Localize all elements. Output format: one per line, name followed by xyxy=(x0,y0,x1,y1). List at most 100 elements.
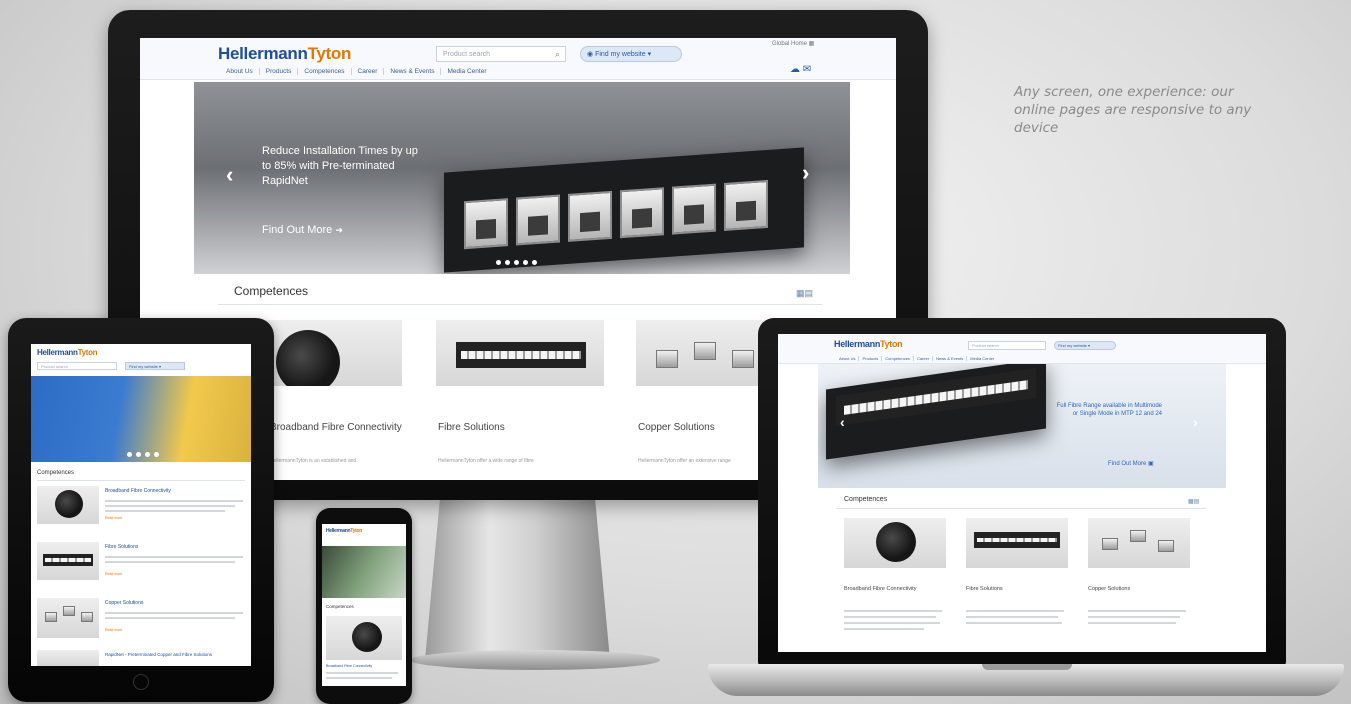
phone-logo-part1: Hellermann xyxy=(326,528,351,534)
find-website-button[interactable]: ◉ Find my website ▾ xyxy=(580,46,682,62)
patch-panel-image xyxy=(444,147,804,273)
laptop-product-fibre[interactable]: Fibre Solutions xyxy=(966,586,1003,592)
nav-item-career[interactable]: Career xyxy=(352,68,385,75)
global-home-link[interactable]: Global Home ▦ xyxy=(772,40,814,47)
laptop-find-website-button[interactable]: Find my website ▾ xyxy=(1054,341,1116,350)
phone-device: HellermannTyton Competences Broadband Fi… xyxy=(316,508,412,704)
nav-item-products[interactable]: Products xyxy=(260,68,299,75)
site-header: HellermannTyton Product search ⌕ ◉ Find … xyxy=(140,38,896,80)
header-icons[interactable]: ☁ ✉ xyxy=(790,64,811,75)
laptop-nav-products[interactable]: Products xyxy=(859,356,883,361)
laptop-slider-next[interactable]: › xyxy=(1193,414,1198,430)
nav-item-news[interactable]: News & Events xyxy=(384,68,442,75)
tablet-search-input[interactable]: Product search xyxy=(37,362,117,370)
hero-slider[interactable]: Reduce Installation Times by up to 85% w… xyxy=(194,82,850,274)
laptop-hero-headline: Full Fibre Range available in Multimode … xyxy=(1056,403,1162,417)
phone-competences-title: Competences xyxy=(326,604,354,609)
competences-title: Competences xyxy=(234,284,309,298)
laptop-broadband-image[interactable] xyxy=(844,518,946,568)
product-desc-fibre: HellermannTyton offer a wide range of fi… xyxy=(438,458,534,464)
tablet-copper-image[interactable] xyxy=(37,598,99,638)
laptop-notch xyxy=(982,664,1072,670)
laptop-product-broadband[interactable]: Broadband Fibre Connectivity xyxy=(844,586,916,592)
arrow-circle-icon: ➜ xyxy=(335,225,343,235)
laptop-main-nav: About Us Products Competences Career New… xyxy=(836,356,997,361)
product-name-copper[interactable]: Copper Solutions xyxy=(638,422,715,433)
slider-prev-arrow[interactable]: ‹ xyxy=(226,162,233,188)
laptop-screen: HellermannTyton Product search Find my w… xyxy=(778,334,1266,652)
main-nav: About Us Products Competences Career New… xyxy=(220,68,493,75)
search-placeholder: Product search xyxy=(443,51,491,58)
phone-hero[interactable] xyxy=(322,546,406,598)
laptop-logo-part1: Hellermann xyxy=(834,339,881,349)
tablet-hero[interactable] xyxy=(31,376,251,462)
laptop-hero[interactable]: Full Fibre Range available in Multimode … xyxy=(818,364,1226,488)
tablet-logo[interactable]: HellermannTyton xyxy=(37,348,98,357)
fibre-product-image[interactable] xyxy=(436,320,604,386)
tablet-product-rapidnet[interactable]: RapidNet - Preterminated Copper and Fibr… xyxy=(105,652,212,657)
laptop-search-input[interactable]: Product search xyxy=(968,341,1046,350)
logo-text-part1: Hellermann xyxy=(218,44,308,63)
laptop-nav-media[interactable]: Media Center xyxy=(967,356,997,361)
divider xyxy=(218,304,822,305)
tablet-logo-part2: Tyton xyxy=(77,348,98,357)
tablet-product-fibre[interactable]: Fibre Solutions xyxy=(105,544,138,550)
laptop-logo-part2: Tyton xyxy=(880,339,903,349)
laptop-slider-prev[interactable]: ‹ xyxy=(840,414,845,430)
nav-item-media[interactable]: Media Center xyxy=(441,68,492,75)
tablet-read-more-1[interactable]: Read more xyxy=(105,516,122,520)
product-name-broadband[interactable]: Broadband Fibre Connectivity xyxy=(270,422,402,433)
laptop-logo[interactable]: HellermannTyton xyxy=(834,339,903,349)
tablet-screen: HellermannTyton Product search Find my w… xyxy=(31,344,251,666)
tablet-home-button[interactable] xyxy=(133,674,149,690)
tablet-product-broadband[interactable]: Broadband Fibre Connectivity xyxy=(105,488,171,494)
laptop-nav-news[interactable]: News & Events xyxy=(933,356,968,361)
laptop-product-copper[interactable]: Copper Solutions xyxy=(1088,586,1130,592)
tablet-rapidnet-image[interactable] xyxy=(37,650,99,666)
phone-screen: HellermannTyton Competences Broadband Fi… xyxy=(322,524,406,686)
laptop-divider xyxy=(836,508,1206,509)
tablet-fibre-image[interactable] xyxy=(37,542,99,580)
tablet-divider xyxy=(37,480,245,481)
tablet-product-copper[interactable]: Copper Solutions xyxy=(105,600,143,606)
find-website-label: Find my website ▾ xyxy=(595,51,652,58)
logo-text-part2: Tyton xyxy=(307,44,352,63)
search-input[interactable]: Product search ⌕ xyxy=(436,46,566,62)
laptop-fibre-image[interactable] xyxy=(966,518,1068,568)
laptop-nav-career[interactable]: Career xyxy=(914,356,934,361)
product-name-fibre[interactable]: Fibre Solutions xyxy=(438,422,505,433)
tablet-read-more-3[interactable]: Read more xyxy=(105,628,122,632)
phone-logo[interactable]: HellermannTyton xyxy=(326,528,362,534)
monitor-stand xyxy=(425,500,610,660)
tagline: Any screen, one experience: our online p… xyxy=(1014,84,1252,136)
hero-find-out-more-link[interactable]: Find Out More ➜ xyxy=(262,224,343,236)
globe-icon: ◉ xyxy=(587,51,596,58)
tablet-find-website-button[interactable]: Find my website ▾ xyxy=(125,362,185,370)
laptop-view-toggle-icon[interactable]: ▦▤ xyxy=(1188,498,1199,505)
nav-item-competences[interactable]: Competences xyxy=(298,68,352,75)
tablet-read-more-2[interactable]: Read more xyxy=(105,572,122,576)
laptop-fibre-panel-image xyxy=(826,364,1046,460)
tablet-broadband-image[interactable] xyxy=(37,486,99,524)
search-icon[interactable]: ⌕ xyxy=(555,49,560,60)
phone-product-name[interactable]: Broadband Fibre Connectivity xyxy=(326,664,372,668)
laptop-nav-about[interactable]: About Us xyxy=(836,356,860,361)
laptop-hero-cta[interactable]: Find Out More ▣ xyxy=(1108,460,1154,467)
phone-product-image[interactable] xyxy=(326,616,402,660)
tablet-logo-part1: Hellermann xyxy=(37,348,78,357)
tablet-competences-title: Competences xyxy=(37,470,75,476)
site-logo[interactable]: HellermannTyton xyxy=(218,44,351,64)
phone-logo-part2: Tyton xyxy=(350,528,362,534)
laptop-site-header: HellermannTyton Product search Find my w… xyxy=(778,334,1266,364)
tablet-slider-dots[interactable] xyxy=(127,452,159,457)
monitor-stand-base xyxy=(410,650,660,670)
laptop-hero-cta-label: Find Out More xyxy=(1108,461,1147,467)
slider-next-arrow[interactable]: › xyxy=(802,160,809,186)
slider-dots[interactable] xyxy=(496,260,537,265)
view-toggle-icon[interactable]: ▦▤ xyxy=(796,288,813,299)
laptop-nav-competences[interactable]: Competences xyxy=(882,356,914,361)
laptop-copper-image[interactable] xyxy=(1088,518,1190,568)
product-desc-broadband: HellermannTyton is an established and xyxy=(270,458,357,464)
laptop-device: HellermannTyton Product search Find my w… xyxy=(758,318,1286,666)
nav-item-about[interactable]: About Us xyxy=(220,68,260,75)
